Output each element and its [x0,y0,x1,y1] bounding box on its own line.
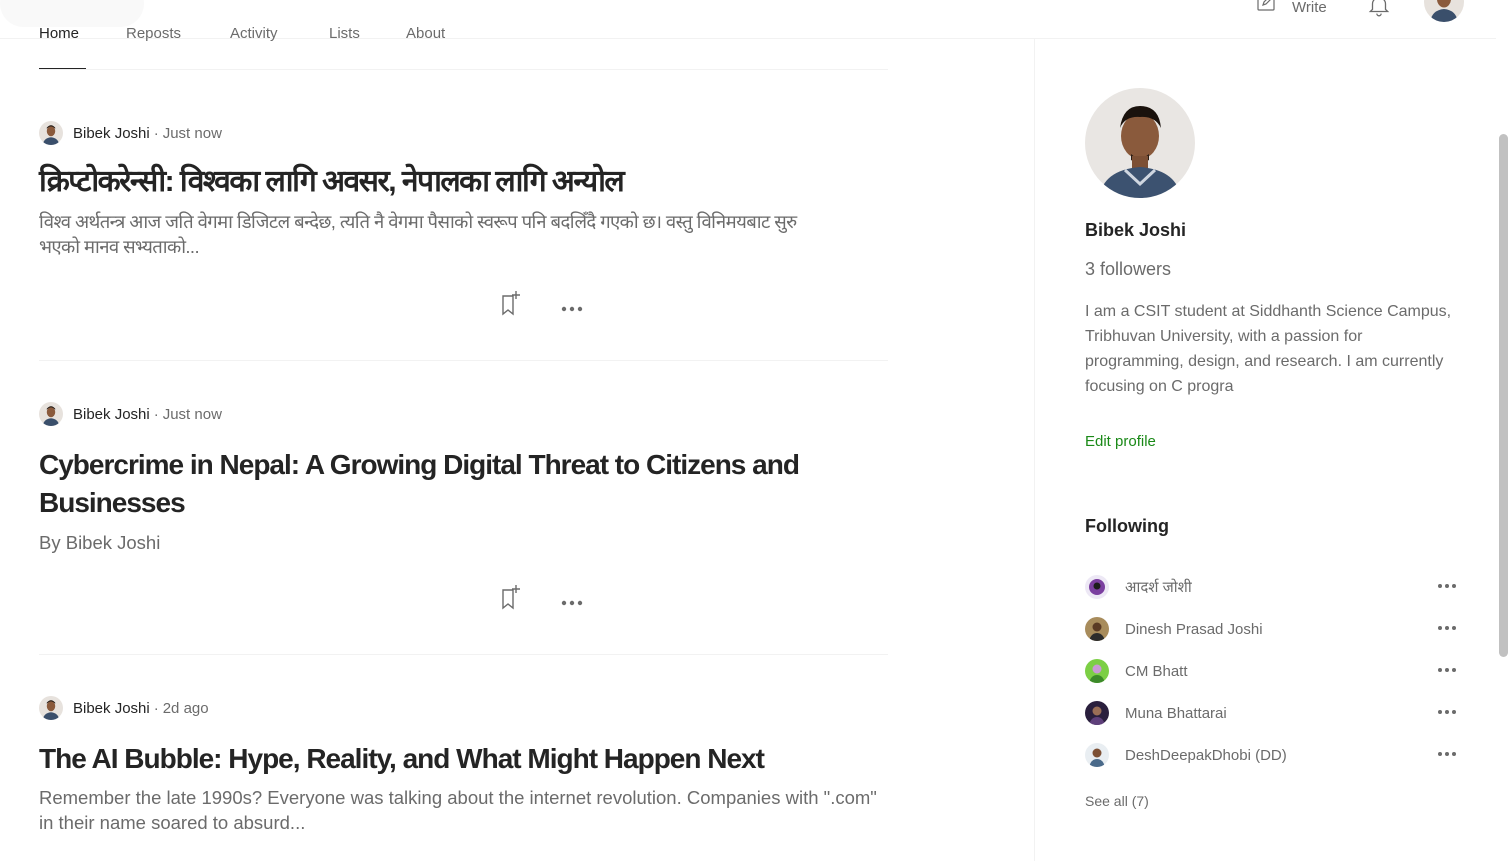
more-options-icon[interactable] [1437,742,1457,761]
more-options-icon[interactable] [1437,616,1457,635]
tab-lists[interactable]: Lists [329,25,360,42]
article-card[interactable]: Bibek Joshi · 2d ago The AI Bubble: Hype… [39,695,888,835]
author-avatar[interactable] [39,402,63,426]
article-card[interactable]: Bibek Joshi · Just now क्रिप्टोकरेन्सी: … [39,120,888,259]
bookmark-add-icon[interactable] [499,290,523,322]
author-name[interactable]: Bibek Joshi [73,125,150,142]
article-title[interactable]: Cybercrime in Nepal: A Growing Digital T… [39,446,869,522]
article-meta: Bibek Joshi · Just now [39,401,888,427]
profile-tabs: Home Reposts Activity Lists About [39,24,888,70]
following-name[interactable]: Muna Bhattarai [1125,705,1227,722]
profile-avatar[interactable] [1085,88,1195,198]
write-button[interactable]: Write [1254,0,1327,18]
article-divider [39,654,888,655]
author-avatar[interactable] [39,121,63,145]
following-item[interactable]: Muna Bhattarai [1085,692,1457,734]
following-avatar[interactable] [1085,617,1109,641]
see-all-following-link[interactable]: See all (7) [1085,793,1149,809]
following-avatar[interactable] [1085,575,1109,599]
meta-separator: · [153,405,159,423]
following-list: आदर्श जोशी Dinesh Prasad Joshi CM Bhatt … [1085,566,1457,776]
more-options-icon[interactable] [1437,658,1457,677]
user-avatar[interactable] [1424,0,1464,22]
author-name[interactable]: Bibek Joshi [73,406,150,423]
article-meta: Bibek Joshi · Just now [39,120,888,146]
active-tab-indicator [39,68,86,69]
following-name[interactable]: आदर्श जोशी [1125,577,1192,597]
profile-bio: I am a CSIT student at Siddhanth Science… [1085,303,1452,395]
followers-count[interactable]: 3 followers [1085,259,1171,280]
following-name[interactable]: CM Bhatt [1125,663,1188,680]
tab-activity[interactable]: Activity [230,25,278,42]
article-card[interactable]: Bibek Joshi · Just now Cybercrime in Nep… [39,401,888,555]
profile-name: Bibek Joshi [1085,220,1187,240]
post-time: Just now [162,124,222,142]
following-item[interactable]: DeshDeepakDhobi (DD) [1085,734,1457,776]
author-avatar[interactable] [39,696,63,720]
edit-profile-link[interactable]: Edit profile [1085,433,1156,450]
article-subtitle[interactable]: विश्व अर्थतन्त्र आज जति वेगमा डिजिटल बन्… [39,209,829,259]
more-options-icon[interactable] [561,297,583,316]
following-avatar[interactable] [1085,743,1109,767]
scrollbar-thumb[interactable] [1499,134,1508,657]
article-title[interactable]: क्रिप्टोकरेन्सी: विश्वका लागि अवसर, नेपा… [39,163,888,201]
following-name[interactable]: Dinesh Prasad Joshi [1125,621,1263,638]
following-item[interactable]: Dinesh Prasad Joshi [1085,608,1457,650]
following-avatar[interactable] [1085,659,1109,683]
meta-separator: · [153,699,159,717]
article-subtitle[interactable]: By Bibek Joshi [39,530,888,555]
search-bar[interactable] [0,0,144,27]
following-heading: Following [1085,516,1169,536]
article-subtitle[interactable]: Remember the late 1990s? Everyone was ta… [39,785,884,835]
tab-about[interactable]: About [406,25,445,42]
bookmark-add-icon[interactable] [499,584,523,616]
tab-reposts[interactable]: Reposts [126,25,181,42]
following-item[interactable]: आदर्श जोशी [1085,566,1457,608]
write-label: Write [1292,0,1327,16]
article-meta: Bibek Joshi · 2d ago [39,695,888,721]
article-actions [499,290,583,322]
following-name[interactable]: DeshDeepakDhobi (DD) [1125,747,1287,764]
more-options-icon[interactable] [1437,574,1457,593]
meta-separator: · [153,124,159,142]
write-icon [1254,0,1278,18]
article-actions [499,584,583,616]
article-title[interactable]: The AI Bubble: Hype, Reality, and What M… [39,740,888,778]
more-options-icon[interactable] [1437,700,1457,719]
more-options-icon[interactable] [561,591,583,610]
article-divider [39,360,888,361]
sidebar-divider [1034,39,1035,861]
post-time: Just now [162,405,222,423]
post-time: 2d ago [162,699,209,717]
author-name[interactable]: Bibek Joshi [73,700,150,717]
following-avatar[interactable] [1085,701,1109,725]
tab-home[interactable]: Home [39,25,79,42]
notifications-bell-icon[interactable] [1366,0,1392,22]
following-item[interactable]: CM Bhatt [1085,650,1457,692]
